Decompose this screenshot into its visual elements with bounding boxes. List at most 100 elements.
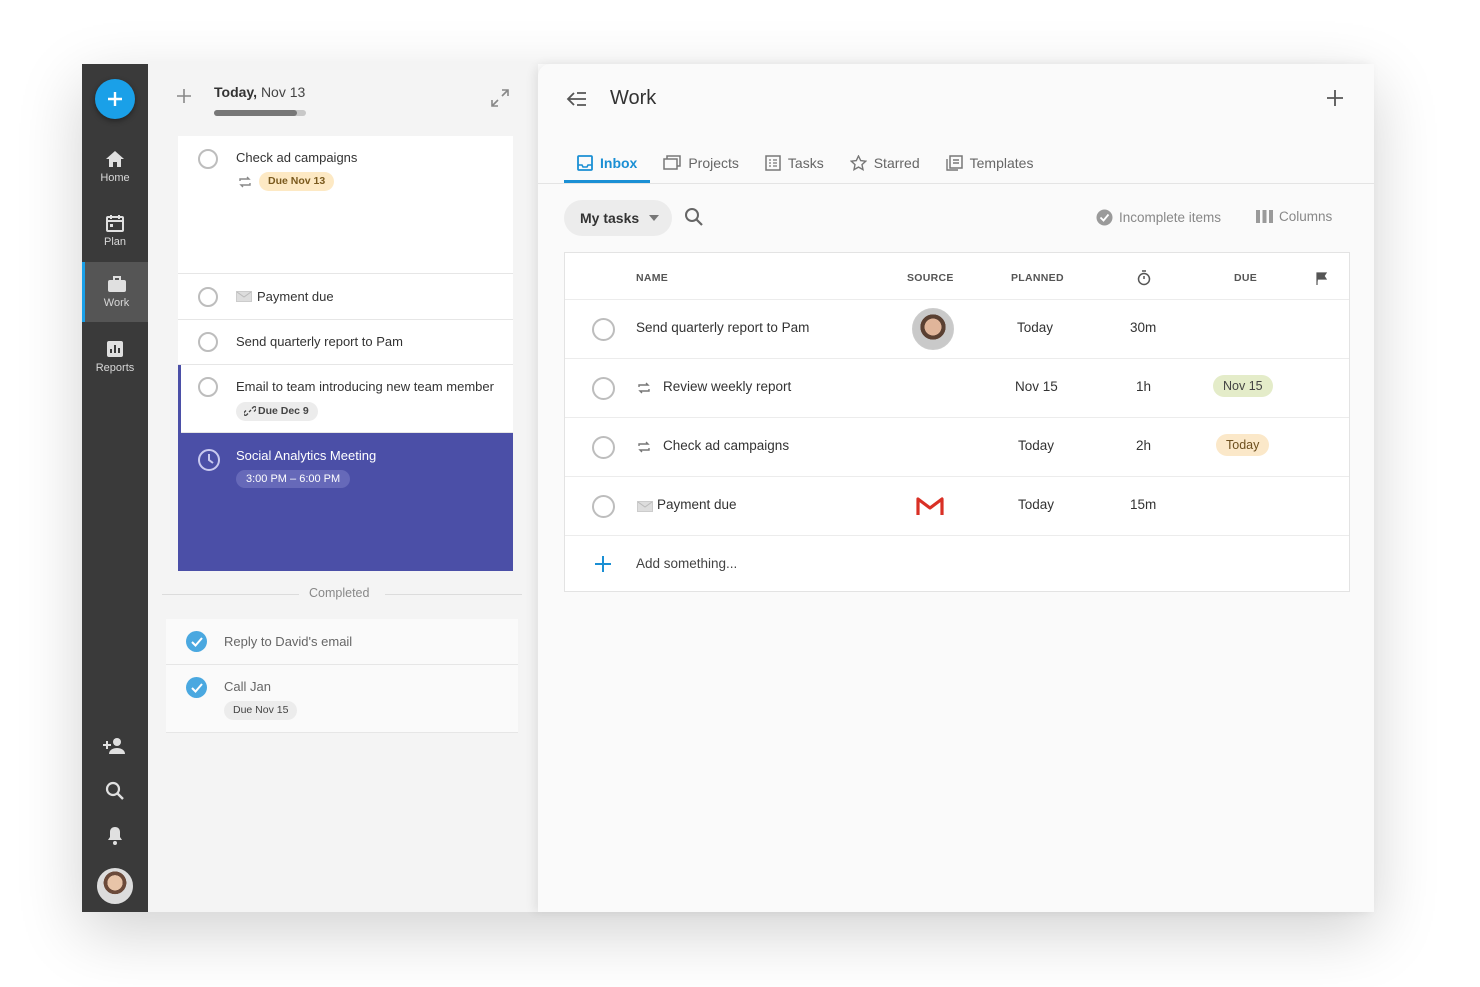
table-row[interactable]: Send quarterly report to Pam Today 30m bbox=[565, 299, 1349, 358]
task-checkbox[interactable] bbox=[592, 318, 615, 341]
meeting-name: Social Analytics Meeting bbox=[236, 448, 377, 463]
column-header-due[interactable]: DUE bbox=[1234, 272, 1257, 284]
page-title: Work bbox=[610, 87, 657, 109]
task-checkbox[interactable] bbox=[198, 149, 218, 169]
column-header-planned[interactable]: PLANNED bbox=[1011, 272, 1064, 284]
repeat-icon bbox=[638, 441, 650, 453]
nav-item-home[interactable]: Home bbox=[82, 137, 148, 197]
filter-label: Incomplete items bbox=[1119, 210, 1222, 225]
expand-icon[interactable] bbox=[490, 88, 510, 108]
work-panel: Work Inbox Projects Tasks Starred Templa… bbox=[538, 64, 1374, 912]
task-checkbox[interactable] bbox=[198, 287, 218, 307]
checked-icon[interactable] bbox=[186, 677, 207, 698]
completed-task[interactable]: Reply to David's email bbox=[166, 619, 518, 665]
planned-cell: Today bbox=[1018, 497, 1055, 512]
planned-cell: Today bbox=[1018, 438, 1055, 453]
mail-icon bbox=[637, 501, 653, 512]
today-date: Nov 13 bbox=[260, 84, 306, 100]
today-header: Today, Nov 13 bbox=[148, 64, 538, 124]
caret-down-icon bbox=[649, 215, 660, 221]
due-chip: Due Dec 9 bbox=[236, 402, 318, 421]
today-panel: Today, Nov 13 Check ad campaigns Due Nov… bbox=[148, 64, 538, 912]
add-task-input[interactable]: Add something... bbox=[636, 556, 737, 571]
gmail-icon bbox=[916, 497, 944, 515]
add-button[interactable] bbox=[95, 79, 135, 119]
nav-rail: Home Plan Work Reports bbox=[82, 64, 148, 912]
add-task-icon[interactable] bbox=[176, 88, 192, 104]
tab-label: Inbox bbox=[600, 155, 638, 171]
add-person-icon[interactable] bbox=[103, 734, 127, 758]
task-checkbox[interactable] bbox=[592, 495, 615, 518]
task-card[interactable]: Payment due bbox=[178, 274, 513, 320]
nav-label: Work bbox=[103, 297, 130, 309]
tab-label: Starred bbox=[873, 155, 920, 171]
due-chip-label: Due Dec 9 bbox=[258, 405, 309, 417]
meeting-card[interactable]: Social Analytics Meeting 3:00 PM – 6:00 … bbox=[178, 433, 513, 571]
nav-item-work[interactable]: Work bbox=[82, 262, 148, 322]
task-name: Call Jan bbox=[224, 679, 271, 694]
planned-cell: Nov 15 bbox=[1015, 379, 1058, 394]
plus-icon bbox=[108, 92, 122, 106]
task-checkbox[interactable] bbox=[592, 377, 615, 400]
flag-icon[interactable] bbox=[1316, 272, 1328, 285]
tab-starred[interactable]: Starred bbox=[837, 144, 933, 182]
duration-cell: 1h bbox=[1136, 379, 1152, 394]
task-accent-bar bbox=[178, 365, 181, 433]
task-name: Check ad campaigns bbox=[663, 438, 790, 453]
duration-cell: 15m bbox=[1130, 497, 1157, 512]
columns-button[interactable]: Columns bbox=[1256, 209, 1332, 224]
due-chip: Today bbox=[1216, 434, 1270, 456]
tab-bar: Inbox Projects Tasks Starred Templates bbox=[564, 144, 1046, 184]
task-name: Review weekly report bbox=[663, 379, 792, 394]
home-icon bbox=[106, 151, 124, 167]
reports-icon bbox=[107, 341, 123, 357]
bell-icon[interactable] bbox=[103, 824, 127, 848]
checked-icon[interactable] bbox=[186, 631, 207, 652]
templates-icon bbox=[945, 155, 963, 171]
due-chip: Due Nov 15 bbox=[224, 701, 298, 720]
column-header-name[interactable]: NAME bbox=[636, 272, 668, 284]
collapse-icon[interactable] bbox=[566, 90, 588, 108]
tab-tasks[interactable]: Tasks bbox=[752, 144, 837, 182]
task-name: Email to team introducing new team membe… bbox=[236, 379, 494, 394]
task-checkbox[interactable] bbox=[198, 377, 218, 397]
column-header-source[interactable]: SOURCE bbox=[907, 272, 954, 284]
completed-label: Completed bbox=[309, 586, 370, 600]
add-task-row[interactable]: Add something... bbox=[565, 535, 1349, 592]
due-chip: Due Nov 13 bbox=[259, 172, 335, 191]
my-tasks-dropdown[interactable]: My tasks bbox=[564, 200, 672, 236]
add-icon[interactable] bbox=[1326, 89, 1344, 107]
nav-label: Plan bbox=[103, 236, 127, 248]
due-chip: Nov 15 bbox=[1213, 375, 1273, 397]
nav-item-plan[interactable]: Plan bbox=[82, 201, 148, 261]
task-card[interactable]: Email to team introducing new team membe… bbox=[178, 365, 513, 433]
today-title: Today, Nov 13 bbox=[214, 84, 305, 100]
table-row[interactable]: Check ad campaigns Today 2h Today bbox=[565, 417, 1349, 476]
check-circle-icon bbox=[1096, 209, 1113, 226]
briefcase-icon bbox=[107, 276, 126, 292]
projects-icon bbox=[663, 155, 682, 170]
clock-icon bbox=[198, 449, 220, 471]
timer-icon[interactable] bbox=[1137, 270, 1151, 286]
user-avatar[interactable] bbox=[97, 868, 133, 904]
task-card[interactable]: Check ad campaigns Due Nov 13 bbox=[178, 136, 513, 274]
task-name: Check ad campaigns bbox=[236, 150, 358, 165]
search-icon[interactable] bbox=[684, 207, 704, 227]
divider-line bbox=[162, 594, 299, 595]
table-row[interactable]: Payment due Today 15m bbox=[565, 476, 1349, 535]
task-card[interactable]: Send quarterly report to Pam bbox=[178, 320, 513, 365]
tab-inbox[interactable]: Inbox bbox=[564, 144, 651, 183]
task-name: Reply to David's email bbox=[224, 634, 353, 649]
day-progress-bar bbox=[214, 110, 306, 116]
tab-templates[interactable]: Templates bbox=[933, 144, 1047, 182]
nav-item-reports[interactable]: Reports bbox=[82, 327, 148, 387]
nav-label: Reports bbox=[95, 362, 135, 374]
completed-task[interactable]: Call Jan Due Nov 15 bbox=[166, 665, 518, 733]
incomplete-items-filter[interactable]: Incomplete items bbox=[1096, 209, 1221, 226]
tab-projects[interactable]: Projects bbox=[650, 144, 752, 182]
task-checkbox[interactable] bbox=[198, 332, 218, 352]
task-checkbox[interactable] bbox=[592, 436, 615, 459]
table-row[interactable]: Review weekly report Nov 15 1h Nov 15 bbox=[565, 358, 1349, 417]
divider-line bbox=[385, 594, 522, 595]
search-icon[interactable] bbox=[103, 779, 127, 803]
